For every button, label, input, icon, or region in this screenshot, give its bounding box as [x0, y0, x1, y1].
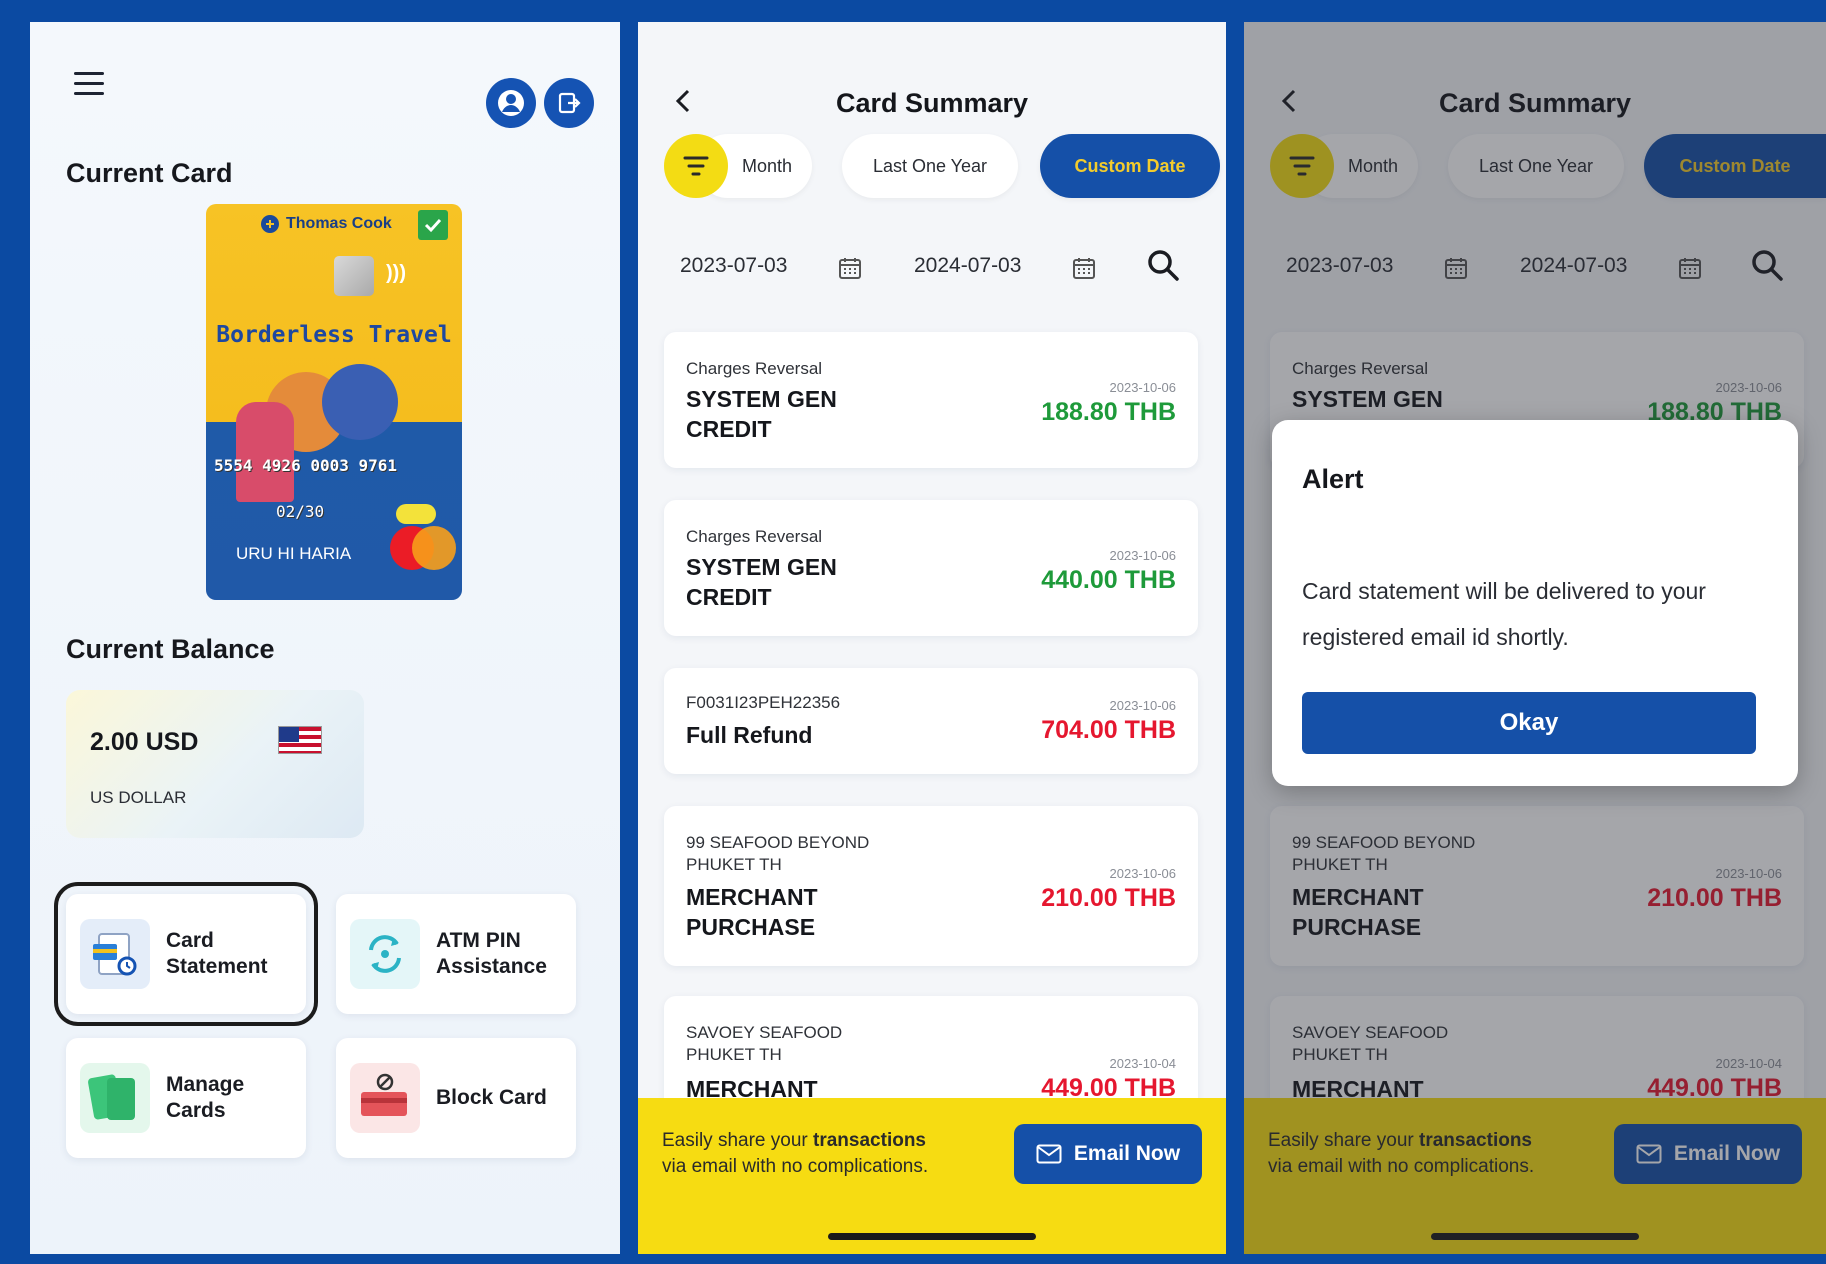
card-expiry: 02/30 [276, 502, 325, 521]
home-screen: Current Card Thomas Cook ))) Borderless … [30, 22, 620, 1254]
share-text-part-2: via email with no complications. [662, 1156, 929, 1177]
transaction-date: 2023-10-04 [1109, 1056, 1177, 1071]
transaction-category: 99 SEAFOOD BEYOND PHUKET TH [686, 833, 870, 874]
from-calendar-icon[interactable] [838, 256, 862, 280]
card-summary-screen: Card Summary Month Last One Year Custom … [638, 22, 1226, 1254]
manage-cards-label: Manage Cards [166, 1073, 245, 1122]
atm-pin-assistance-tile[interactable]: ATM PIN Assistance [336, 894, 576, 1014]
card-statement-label: Card Statement [166, 929, 268, 978]
filter-button[interactable] [664, 134, 728, 198]
filter-icon [683, 156, 709, 176]
tab-custom-date-label: Custom Date [1074, 155, 1186, 176]
card-summary-alert-screen: Card Summary Month Last One Year Custom … [1244, 22, 1826, 1254]
card-number: 5554 4926 0003 9761 [214, 456, 398, 475]
card-holder: URU HI HARIA [236, 544, 352, 563]
share-banner: Easily share your transactions via email… [638, 1098, 1226, 1254]
tab-custom-date[interactable]: Custom Date [1040, 134, 1220, 198]
manage-cards-tile[interactable]: Manage Cards [66, 1038, 306, 1158]
page-title: Card Summary [835, 88, 1029, 118]
block-card-tile[interactable]: Block Card [336, 1038, 576, 1158]
atm-pin-assistance-label: ATM PIN Assistance [436, 929, 547, 978]
home-indicator [828, 1233, 1036, 1240]
email-now-label: Email Now [1073, 1142, 1181, 1165]
transaction-date: 2023-10-06 [1109, 698, 1177, 713]
transaction-amount: 704.00 THB [1041, 716, 1176, 744]
current-balance-heading: Current Balance [66, 634, 275, 664]
transaction-card[interactable]: 99 SEAFOOD BEYOND PHUKET TH MERCHANT PUR… [664, 806, 1198, 966]
transaction-description: SYSTEM GEN CREDIT [686, 554, 837, 610]
profile-button[interactable] [486, 78, 536, 128]
menu-icon[interactable] [74, 72, 104, 98]
check-badge-icon [418, 210, 448, 240]
logout-button[interactable] [544, 78, 594, 128]
mail-icon [1036, 1144, 1062, 1164]
email-now-button[interactable]: Email Now [1014, 1124, 1202, 1184]
tab-last-one-year-label: Last One Year [872, 155, 988, 176]
transaction-description: Full Refund [686, 722, 813, 748]
transaction-amount: 210.00 THB [1041, 884, 1176, 912]
tab-month-label: Month [741, 155, 792, 176]
transaction-date: 2023-10-06 [1109, 548, 1177, 563]
transaction-category: Charges Reversal [686, 359, 823, 378]
alert-message: Card statement will be delivered to your… [1302, 578, 1706, 650]
share-text-bold: transactions [813, 1130, 926, 1151]
transaction-amount: 440.00 THB [1041, 566, 1176, 594]
transaction-category: SAVOEY SEAFOOD PHUKET TH [686, 1023, 843, 1064]
card-art-toggle [396, 504, 436, 524]
transaction-description: SYSTEM GEN CREDIT [686, 386, 837, 442]
transaction-category: Charges Reversal [686, 527, 823, 546]
thomas-cook-logo-icon [261, 215, 279, 233]
transaction-card[interactable]: Charges Reversal SYSTEM GEN CREDIT 2023-… [664, 500, 1198, 636]
mastercard-logo-right [412, 526, 456, 570]
from-date-field[interactable]: 2023-07-03 [680, 254, 787, 278]
balance-currency-name: US DOLLAR [90, 788, 187, 807]
card-art-figure-3 [236, 402, 294, 502]
share-text-part-1: Easily share your [662, 1130, 814, 1151]
current-card-heading: Current Card [66, 158, 233, 188]
transaction-date: 2023-10-06 [1109, 380, 1177, 395]
contactless-icon: ))) [386, 262, 406, 284]
search-icon[interactable] [1146, 248, 1180, 282]
card-image[interactable]: Thomas Cook ))) Borderless Travel 5554 4… [206, 204, 462, 600]
transaction-date: 2023-10-06 [1109, 866, 1177, 881]
card-art-figure-2 [322, 364, 398, 440]
to-calendar-icon[interactable] [1072, 256, 1096, 280]
okay-button[interactable]: Okay [1302, 692, 1756, 754]
transaction-amount: 188.80 THB [1041, 398, 1176, 426]
share-text: Easily share your transactions via email… [662, 1128, 928, 1180]
block-card-icon [350, 1063, 420, 1133]
balance-card[interactable]: 2.00 USD US DOLLAR [66, 690, 364, 838]
manage-cards-icon [80, 1063, 150, 1133]
transaction-description: MERCHANT PURCHASE [686, 884, 818, 940]
card-product-name: Borderless Travel [216, 322, 452, 348]
us-flag-icon [278, 726, 322, 754]
transaction-card[interactable]: Charges Reversal SYSTEM GEN CREDIT 2023-… [664, 332, 1198, 468]
card-statement-tile[interactable]: Card Statement [54, 882, 318, 1026]
user-icon [498, 90, 524, 116]
to-date-field[interactable]: 2024-07-03 [914, 254, 1021, 278]
logout-icon [558, 92, 581, 114]
transaction-category: F0031I23PEH22356 [686, 693, 841, 712]
block-card-label: Block Card [436, 1086, 547, 1109]
alert-dialog: Alert Card statement will be delivered t… [1272, 420, 1798, 786]
chip-icon [334, 256, 374, 296]
transaction-card[interactable]: F0031I23PEH22356 Full Refund 2023-10-06 … [664, 668, 1198, 774]
balance-amount: 2.00 USD [90, 728, 199, 756]
tab-last-one-year[interactable]: Last One Year [842, 134, 1018, 198]
card-brand: Thomas Cook [286, 215, 392, 232]
card-statement-icon [80, 919, 150, 989]
alert-title: Alert [1302, 464, 1364, 494]
atm-pin-icon [350, 919, 420, 989]
